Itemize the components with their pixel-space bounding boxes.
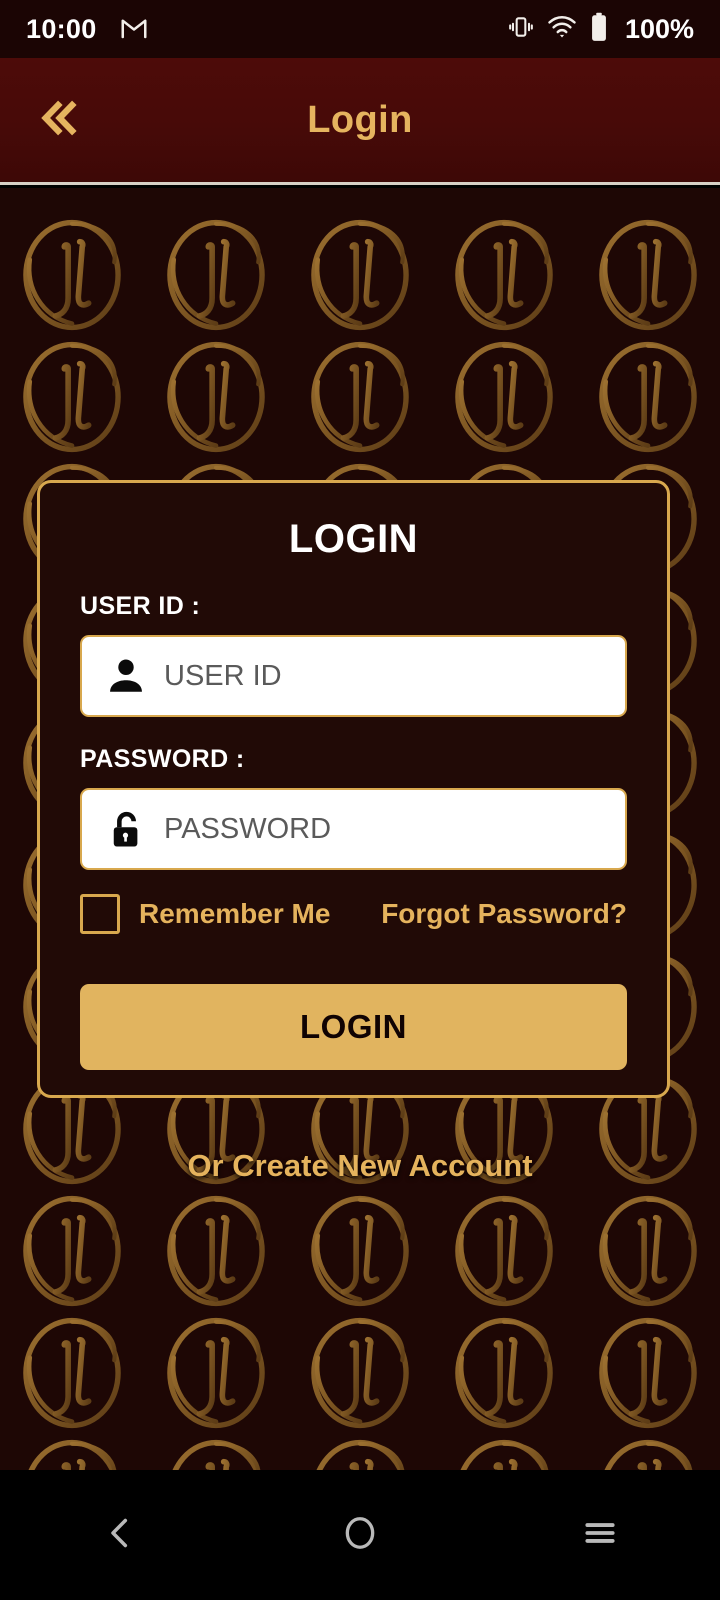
back-button[interactable] xyxy=(22,84,94,156)
status-bar: 10:00 100% xyxy=(0,0,720,58)
watermark-logo xyxy=(432,336,576,458)
watermark-logo xyxy=(288,1190,432,1312)
double-chevron-left-icon xyxy=(30,90,86,151)
watermark-logo xyxy=(432,214,576,336)
person-icon xyxy=(102,655,150,697)
options-row: Remember Me Forgot Password? xyxy=(80,894,627,934)
user-id-input[interactable] xyxy=(150,659,605,693)
unlocked-padlock-icon xyxy=(102,808,150,850)
watermark-logo xyxy=(288,214,432,336)
user-id-field[interactable] xyxy=(80,635,627,717)
chevron-left-icon xyxy=(100,1513,140,1558)
remember-me-control[interactable]: Remember Me xyxy=(80,894,330,934)
watermark-logo xyxy=(576,214,720,336)
system-nav-bar xyxy=(0,1470,720,1600)
wifi-icon xyxy=(547,14,577,45)
user-id-label: USER ID : xyxy=(80,592,201,620)
login-card-title: LOGIN xyxy=(288,517,419,561)
watermark-logo xyxy=(576,1434,720,1470)
remember-me-checkbox[interactable] xyxy=(80,894,120,934)
nav-home-button[interactable] xyxy=(300,1490,420,1580)
status-bar-clock: 10:00 xyxy=(26,13,97,44)
password-field[interactable] xyxy=(80,788,627,870)
watermark-logo xyxy=(144,1190,288,1312)
watermark-logo xyxy=(0,1190,144,1312)
remember-me-label: Remember Me xyxy=(139,898,331,929)
circle-icon xyxy=(341,1514,379,1557)
watermark-logo xyxy=(432,1434,576,1470)
watermark-logo xyxy=(432,1190,576,1312)
watermark-logo xyxy=(0,1312,144,1434)
forgot-password-link[interactable]: Forgot Password? xyxy=(381,898,627,930)
login-card: LOGIN USER ID : PASSWORD : xyxy=(37,480,670,1098)
content-area: LOGIN USER ID : PASSWORD : xyxy=(0,188,720,1470)
nav-recents-button[interactable] xyxy=(540,1490,660,1580)
password-label: PASSWORD : xyxy=(80,745,245,773)
watermark-logo xyxy=(144,1312,288,1434)
vibrate-icon xyxy=(508,14,534,45)
battery-percent-label: 100% xyxy=(624,13,694,44)
nav-back-button[interactable] xyxy=(60,1490,180,1580)
watermark-logo xyxy=(144,336,288,458)
status-bar-right: 100% xyxy=(508,12,694,47)
page-title: Login xyxy=(307,98,413,141)
login-submit-button[interactable]: LOGIN xyxy=(80,984,627,1070)
battery-full-icon xyxy=(590,12,608,47)
phone-screen: 10:00 100% Login LOGIN USER ID: USER ID… xyxy=(0,0,720,1600)
watermark-logo xyxy=(432,1312,576,1434)
password-input[interactable] xyxy=(150,812,605,846)
gmail-icon xyxy=(119,12,149,47)
watermark-logo xyxy=(576,336,720,458)
watermark-logo xyxy=(576,1190,720,1312)
create-account-link[interactable]: Or Create New Account xyxy=(0,1148,720,1184)
watermark-logo xyxy=(0,336,144,458)
watermark-logo xyxy=(144,214,288,336)
watermark-logo xyxy=(144,1434,288,1470)
watermark-logo xyxy=(288,1434,432,1470)
hamburger-icon xyxy=(581,1514,619,1557)
watermark-logo xyxy=(288,1312,432,1434)
watermark-logo xyxy=(288,336,432,458)
watermark-logo xyxy=(576,1312,720,1434)
watermark-logo xyxy=(0,214,144,336)
app-bar: Login xyxy=(0,58,720,185)
status-bar-left: 10:00 xyxy=(26,12,149,47)
watermark-logo xyxy=(0,1434,144,1470)
